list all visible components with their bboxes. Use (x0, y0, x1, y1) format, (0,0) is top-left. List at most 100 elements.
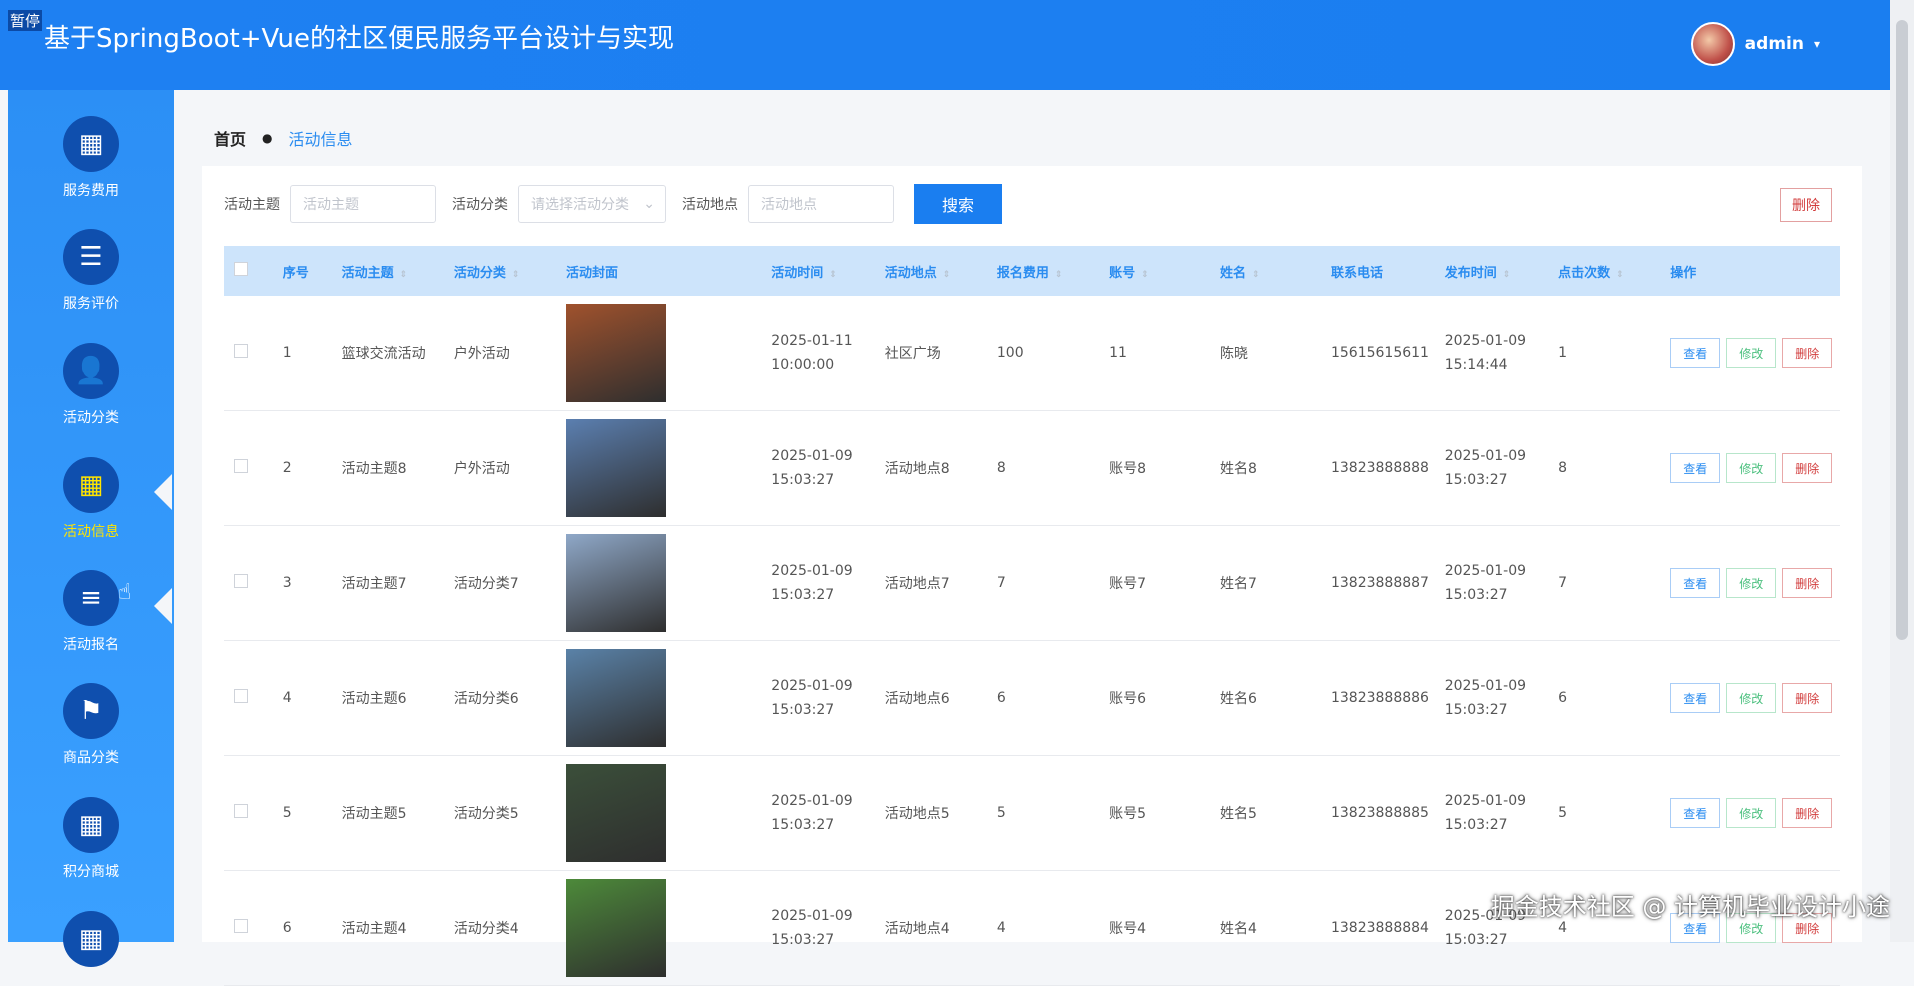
cover-image[interactable] (566, 764, 666, 862)
category-select[interactable]: 请选择活动分类 ⌄ (518, 185, 666, 223)
column-header[interactable]: 账号 ⇕ (1099, 246, 1210, 296)
edit-button[interactable]: 修改 (1726, 683, 1777, 713)
place-label: 活动地点 (682, 197, 738, 213)
sort-icon[interactable]: ⇕ (1055, 270, 1063, 280)
edit-button[interactable]: 修改 (1726, 798, 1777, 828)
cell-cover (556, 870, 762, 986)
sidebar-item-5[interactable]: ≡ 活动报名 (8, 570, 174, 654)
cell-clicks-text: 6 (1558, 690, 1568, 706)
sort-icon[interactable]: ⇕ (400, 270, 408, 280)
list-icon[interactable]: ☰ (63, 229, 119, 285)
sidebar-item-3[interactable]: 👤 活动分类 (8, 343, 174, 427)
delete-button[interactable]: 删除 (1782, 568, 1833, 598)
cover-image[interactable] (566, 304, 666, 402)
cell-topic-text: 活动主题6 (341, 691, 407, 707)
column-header[interactable]: 报名费用 ⇕ (987, 246, 1099, 296)
grid-icon[interactable]: ▦ (63, 116, 119, 172)
sort-icon[interactable]: ⇕ (829, 270, 837, 280)
username[interactable]: admin (1745, 34, 1804, 54)
column-header[interactable]: 活动分类 ⇕ (444, 246, 556, 296)
edit-button[interactable]: 修改 (1726, 568, 1777, 598)
grid-icon[interactable]: ▦ (63, 911, 119, 967)
hover-indicator (154, 588, 172, 624)
breadcrumb-home[interactable]: 首页 (214, 126, 246, 150)
page-scrollbar[interactable] (1890, 0, 1914, 942)
cover-image[interactable] (566, 649, 666, 747)
delete-button[interactable]: 删除 (1782, 683, 1833, 713)
sort-icon[interactable]: ⇕ (1252, 270, 1260, 280)
sidebar-item-1[interactable]: ▦ 服务费用 (8, 116, 174, 200)
column-header-label: 报名费用 (996, 265, 1049, 281)
edit-button[interactable]: 修改 (1726, 453, 1777, 483)
sidebar-item-4[interactable]: ▦ 活动信息 (8, 457, 174, 541)
sort-icon[interactable]: ⇕ (1616, 270, 1624, 280)
select-all-checkbox[interactable] (234, 262, 248, 276)
cell-clicks-text: 1 (1558, 345, 1568, 361)
delete-button[interactable]: 删除 (1782, 798, 1833, 828)
delete-button[interactable]: 删除 (1782, 338, 1833, 368)
cell-name: 姓名4 (1210, 870, 1321, 986)
cell-account-text: 11 (1109, 345, 1127, 361)
cell-topic: 活动主题6 (331, 640, 444, 756)
sort-icon[interactable]: ⇕ (1141, 270, 1149, 280)
cover-image[interactable] (566, 419, 666, 517)
cell-name: 姓名7 (1210, 525, 1321, 641)
chevron-down-icon[interactable]: ▾ (1814, 37, 1820, 51)
sidebar-item-7[interactable]: ▦ 积分商城 (8, 797, 174, 881)
cell-fee: 5 (986, 755, 1100, 871)
cell-actions: 查看 修改 删除 (1660, 640, 1840, 756)
cell-no: 3 (272, 525, 332, 641)
row-checkbox[interactable] (234, 804, 248, 818)
cell-fee-text: 6 (996, 690, 1006, 706)
row-checkbox[interactable] (234, 919, 248, 933)
place-input[interactable]: 活动地点 (748, 185, 894, 223)
column-header[interactable]: 姓名 ⇕ (1210, 246, 1321, 296)
sort-icon[interactable]: ⇕ (1503, 270, 1511, 280)
view-button[interactable]: 查看 (1670, 453, 1721, 483)
cell-phone-text: 13823888885 (1330, 805, 1429, 821)
column-header[interactable]: 活动时间 ⇕ (761, 246, 874, 296)
row-checkbox[interactable] (234, 574, 248, 588)
cell-actions: 查看 修改 删除 (1660, 525, 1840, 641)
table-row: 1 篮球交流活动 户外活动 2025-01-11 10:00:00 社区广场 100 11 陈… (224, 296, 1840, 411)
sidebar-item-label: 商品分类 (63, 750, 119, 766)
row-checkbox-cell (224, 410, 273, 526)
cell-category-text: 活动分类5 (453, 806, 519, 822)
column-header[interactable]: 活动主题 ⇕ (332, 246, 444, 296)
sliders-icon[interactable]: ≡ (63, 570, 119, 626)
sidebar-item-6[interactable]: ⚑ 商品分类 (8, 683, 174, 767)
topic-input[interactable]: 活动主题 (290, 185, 436, 223)
sort-icon[interactable]: ⇕ (512, 270, 520, 280)
view-button[interactable]: 查看 (1670, 338, 1721, 368)
row-checkbox[interactable] (234, 459, 248, 473)
search-button[interactable]: 搜索 (914, 184, 1002, 224)
column-header[interactable]: 发布时间 ⇕ (1435, 246, 1548, 296)
view-button[interactable]: 查看 (1670, 568, 1721, 598)
batch-delete-button[interactable]: 删除 (1780, 188, 1832, 222)
row-checkbox[interactable] (234, 344, 248, 358)
delete-button[interactable]: 删除 (1782, 453, 1833, 483)
cell-clicks-text: 5 (1558, 805, 1568, 821)
user-icon[interactable]: 👤 (63, 343, 119, 399)
column-header[interactable]: 点击次数 ⇕ (1548, 246, 1660, 296)
grid-icon[interactable]: ▦ (63, 457, 119, 513)
row-checkbox[interactable] (234, 689, 248, 703)
cover-image[interactable] (566, 534, 666, 632)
view-button[interactable]: 查看 (1670, 798, 1721, 828)
cell-clicks-text: 7 (1558, 575, 1568, 591)
edit-button[interactable]: 修改 (1726, 338, 1777, 368)
cell-published: 2025-01-09 15:03:27 (1434, 640, 1549, 756)
cell-phone: 13823888885 (1320, 755, 1435, 871)
flag-icon[interactable]: ⚑ (63, 683, 119, 739)
scrollbar-thumb[interactable] (1896, 20, 1908, 640)
grid-icon[interactable]: ▦ (63, 797, 119, 853)
avatar[interactable] (1690, 22, 1735, 66)
cell-phone-text: 15615615611 (1330, 345, 1429, 361)
column-header[interactable]: 活动地点 ⇕ (875, 246, 987, 296)
user-menu[interactable]: admin ▾ (1690, 22, 1820, 66)
cover-image[interactable] (566, 879, 666, 977)
sort-icon[interactable]: ⇕ (943, 270, 951, 280)
sidebar-item-8[interactable]: ▦ (8, 911, 174, 967)
view-button[interactable]: 查看 (1670, 683, 1721, 713)
sidebar-item-2[interactable]: ☰ 服务评价 (8, 229, 174, 313)
